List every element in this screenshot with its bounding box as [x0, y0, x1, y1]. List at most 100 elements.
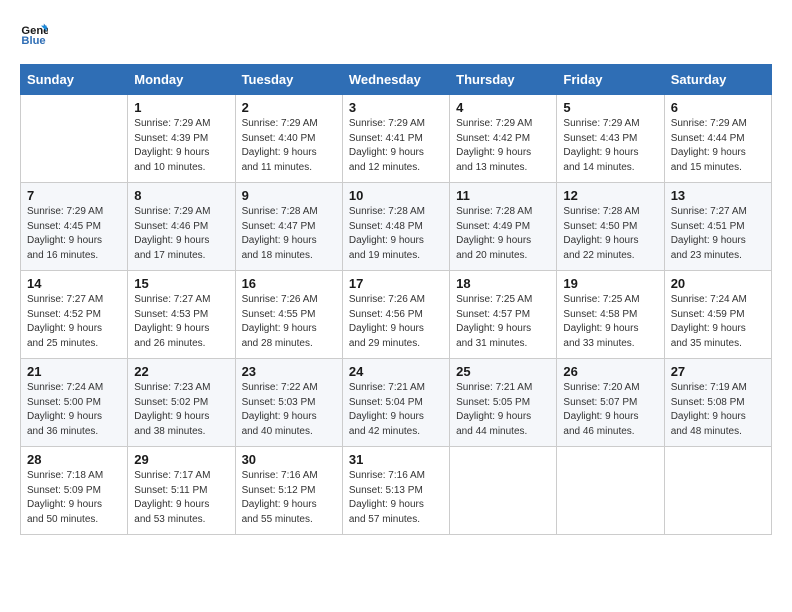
day-info: Sunrise: 7:22 AMSunset: 5:03 PMDaylight:…: [242, 381, 336, 439]
day-info: Sunrise: 7:28 AMSunset: 4:47 PMDaylight:…: [242, 205, 336, 263]
day-number: 26: [563, 364, 657, 379]
day-number: 15: [134, 276, 228, 291]
day-number: 13: [671, 188, 765, 203]
calendar-day-cell: [557, 447, 664, 535]
day-info: Sunrise: 7:21 AMSunset: 5:04 PMDaylight:…: [349, 381, 443, 439]
day-info: Sunrise: 7:29 AMSunset: 4:44 PMDaylight:…: [671, 117, 765, 175]
day-number: 11: [456, 188, 550, 203]
calendar-day-cell: 12 Sunrise: 7:28 AMSunset: 4:50 PMDayligh…: [557, 183, 664, 271]
day-number: 25: [456, 364, 550, 379]
calendar-week-row: 1 Sunrise: 7:29 AMSunset: 4:39 PMDaylight…: [21, 95, 772, 183]
calendar-day-cell: 19 Sunrise: 7:25 AMSunset: 4:58 PMDayligh…: [557, 271, 664, 359]
day-info: Sunrise: 7:27 AMSunset: 4:51 PMDaylight:…: [671, 205, 765, 263]
day-number: 1: [134, 100, 228, 115]
logo-icon: General Blue: [20, 20, 48, 48]
logo: General Blue: [20, 20, 52, 48]
calendar-day-cell: 21 Sunrise: 7:24 AMSunset: 5:00 PMDayligh…: [21, 359, 128, 447]
calendar-day-cell: 24 Sunrise: 7:21 AMSunset: 5:04 PMDayligh…: [342, 359, 449, 447]
page-header: General Blue: [20, 20, 772, 48]
day-info: Sunrise: 7:28 AMSunset: 4:50 PMDaylight:…: [563, 205, 657, 263]
calendar-week-row: 14 Sunrise: 7:27 AMSunset: 4:52 PMDayligh…: [21, 271, 772, 359]
day-info: Sunrise: 7:27 AMSunset: 4:52 PMDaylight:…: [27, 293, 121, 351]
day-info: Sunrise: 7:25 AMSunset: 4:57 PMDaylight:…: [456, 293, 550, 351]
calendar-day-cell: [21, 95, 128, 183]
calendar-day-cell: 13 Sunrise: 7:27 AMSunset: 4:51 PMDayligh…: [664, 183, 771, 271]
calendar-day-cell: 23 Sunrise: 7:22 AMSunset: 5:03 PMDayligh…: [235, 359, 342, 447]
day-number: 8: [134, 188, 228, 203]
calendar-day-cell: 22 Sunrise: 7:23 AMSunset: 5:02 PMDayligh…: [128, 359, 235, 447]
weekday-header-row: SundayMondayTuesdayWednesdayThursdayFrid…: [21, 65, 772, 95]
weekday-header-tuesday: Tuesday: [235, 65, 342, 95]
day-info: Sunrise: 7:20 AMSunset: 5:07 PMDaylight:…: [563, 381, 657, 439]
day-number: 24: [349, 364, 443, 379]
calendar-week-row: 7 Sunrise: 7:29 AMSunset: 4:45 PMDaylight…: [21, 183, 772, 271]
calendar-day-cell: 1 Sunrise: 7:29 AMSunset: 4:39 PMDaylight…: [128, 95, 235, 183]
calendar-day-cell: 27Sunrise: 7:19 AMSunset: 5:08 PMDayligh…: [664, 359, 771, 447]
day-number: 29: [134, 452, 228, 467]
day-info: Sunrise: 7:25 AMSunset: 4:58 PMDaylight:…: [563, 293, 657, 351]
day-info: Sunrise: 7:24 AMSunset: 4:59 PMDaylight:…: [671, 293, 765, 351]
day-number: 16: [242, 276, 336, 291]
day-info: Sunrise: 7:29 AMSunset: 4:46 PMDaylight:…: [134, 205, 228, 263]
calendar-table: SundayMondayTuesdayWednesdayThursdayFrid…: [20, 64, 772, 535]
day-number: 22: [134, 364, 228, 379]
weekday-header-saturday: Saturday: [664, 65, 771, 95]
calendar-day-cell: 31Sunrise: 7:16 AMSunset: 5:13 PMDayligh…: [342, 447, 449, 535]
calendar-day-cell: [450, 447, 557, 535]
calendar-day-cell: 10Sunrise: 7:28 AMSunset: 4:48 PMDayligh…: [342, 183, 449, 271]
weekday-header-friday: Friday: [557, 65, 664, 95]
day-info: Sunrise: 7:29 AMSunset: 4:43 PMDaylight:…: [563, 117, 657, 175]
svg-text:Blue: Blue: [21, 35, 45, 47]
calendar-day-cell: 17 Sunrise: 7:26 AMSunset: 4:56 PMDayligh…: [342, 271, 449, 359]
day-number: 5: [563, 100, 657, 115]
day-info: Sunrise: 7:27 AMSunset: 4:53 PMDaylight:…: [134, 293, 228, 351]
day-number: 3: [349, 100, 443, 115]
day-info: Sunrise: 7:29 AMSunset: 4:40 PMDaylight:…: [242, 117, 336, 175]
weekday-header-wednesday: Wednesday: [342, 65, 449, 95]
calendar-day-cell: 25 Sunrise: 7:21 AMSunset: 5:05 PMDayligh…: [450, 359, 557, 447]
day-number: 14: [27, 276, 121, 291]
day-info: Sunrise: 7:18 AMSunset: 5:09 PMDaylight:…: [27, 469, 121, 527]
weekday-header-sunday: Sunday: [21, 65, 128, 95]
calendar-day-cell: 4 Sunrise: 7:29 AMSunset: 4:42 PMDaylight…: [450, 95, 557, 183]
day-info: Sunrise: 7:29 AMSunset: 4:41 PMDaylight:…: [349, 117, 443, 175]
day-number: 4: [456, 100, 550, 115]
day-number: 23: [242, 364, 336, 379]
day-number: 30: [242, 452, 336, 467]
day-info: Sunrise: 7:24 AMSunset: 5:00 PMDaylight:…: [27, 381, 121, 439]
day-info: Sunrise: 7:29 AMSunset: 4:45 PMDaylight:…: [27, 205, 121, 263]
day-info: Sunrise: 7:29 AMSunset: 4:39 PMDaylight:…: [134, 117, 228, 175]
day-number: 10: [349, 188, 443, 203]
day-info: Sunrise: 7:19 AMSunset: 5:08 PMDaylight:…: [671, 381, 765, 439]
calendar-day-cell: 2 Sunrise: 7:29 AMSunset: 4:40 PMDaylight…: [235, 95, 342, 183]
day-number: 6: [671, 100, 765, 115]
day-info: Sunrise: 7:29 AMSunset: 4:42 PMDaylight:…: [456, 117, 550, 175]
day-info: Sunrise: 7:23 AMSunset: 5:02 PMDaylight:…: [134, 381, 228, 439]
day-number: 19: [563, 276, 657, 291]
day-info: Sunrise: 7:26 AMSunset: 4:56 PMDaylight:…: [349, 293, 443, 351]
calendar-day-cell: 3 Sunrise: 7:29 AMSunset: 4:41 PMDaylight…: [342, 95, 449, 183]
day-number: 7: [27, 188, 121, 203]
calendar-day-cell: 20 Sunrise: 7:24 AMSunset: 4:59 PMDayligh…: [664, 271, 771, 359]
calendar-day-cell: 8 Sunrise: 7:29 AMSunset: 4:46 PMDaylight…: [128, 183, 235, 271]
weekday-header-thursday: Thursday: [450, 65, 557, 95]
calendar-day-cell: 16Sunrise: 7:26 AMSunset: 4:55 PMDayligh…: [235, 271, 342, 359]
day-number: 2: [242, 100, 336, 115]
day-number: 21: [27, 364, 121, 379]
calendar-week-row: 28 Sunrise: 7:18 AMSunset: 5:09 PMDayligh…: [21, 447, 772, 535]
day-info: Sunrise: 7:21 AMSunset: 5:05 PMDaylight:…: [456, 381, 550, 439]
day-number: 20: [671, 276, 765, 291]
day-info: Sunrise: 7:28 AMSunset: 4:49 PMDaylight:…: [456, 205, 550, 263]
calendar-week-row: 21 Sunrise: 7:24 AMSunset: 5:00 PMDayligh…: [21, 359, 772, 447]
day-number: 12: [563, 188, 657, 203]
weekday-header-monday: Monday: [128, 65, 235, 95]
calendar-day-cell: 6 Sunrise: 7:29 AMSunset: 4:44 PMDaylight…: [664, 95, 771, 183]
calendar-day-cell: 11 Sunrise: 7:28 AMSunset: 4:49 PMDayligh…: [450, 183, 557, 271]
day-number: 17: [349, 276, 443, 291]
day-info: Sunrise: 7:17 AMSunset: 5:11 PMDaylight:…: [134, 469, 228, 527]
day-info: Sunrise: 7:16 AMSunset: 5:12 PMDaylight:…: [242, 469, 336, 527]
day-number: 28: [27, 452, 121, 467]
calendar-day-cell: 15 Sunrise: 7:27 AMSunset: 4:53 PMDayligh…: [128, 271, 235, 359]
day-number: 18: [456, 276, 550, 291]
day-number: 9: [242, 188, 336, 203]
